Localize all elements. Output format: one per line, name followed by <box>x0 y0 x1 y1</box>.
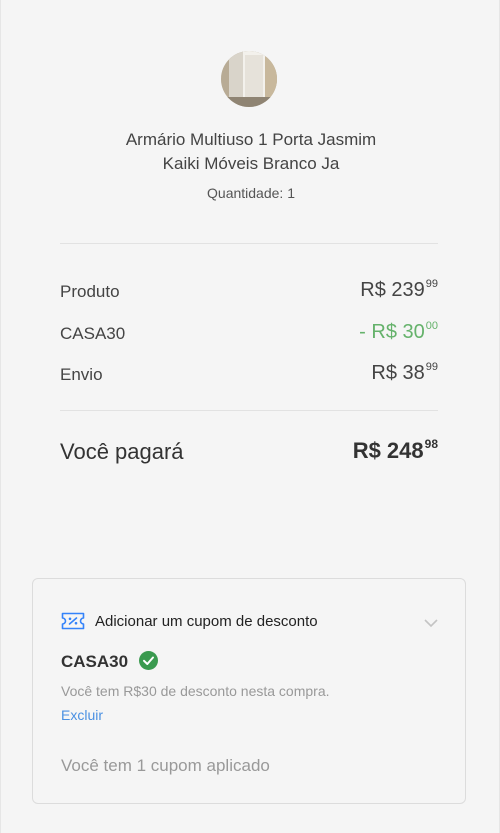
amount-main: R$ 248 <box>352 438 424 463</box>
summary-row-product: Produto R$ 23999 <box>60 278 438 306</box>
summary-total-row: Você pagará R$ 24898 <box>60 437 438 469</box>
product-quantity: Quantidade: 1 <box>207 185 295 201</box>
summary-row-shipping: Envio R$ 3899 <box>60 361 438 389</box>
product-title-line2: Kaiki Móveis Branco Ja <box>162 154 340 173</box>
amount-cents: 99 <box>425 278 438 290</box>
summary-row-coupon: CASA30 - R$ 3000 <box>60 320 438 348</box>
coupon-header-label: Adicionar um cupom de desconto <box>95 613 318 630</box>
remove-coupon-link[interactable]: Excluir <box>61 707 103 723</box>
summary-row-amount: R$ 3899 <box>371 361 438 385</box>
summary-row-amount: - R$ 3000 <box>359 320 438 344</box>
coupon-ticket-icon <box>61 612 85 630</box>
product-thumbnail <box>221 51 277 107</box>
product-title: Armário Multiuso 1 Porta Jasmim Kaiki Mó… <box>61 128 441 176</box>
amount-main: R$ 239 <box>360 279 425 301</box>
total-label: Você pagará <box>60 439 184 464</box>
total-amount: R$ 24898 <box>353 437 438 464</box>
check-circle-icon <box>138 650 158 670</box>
amount-cents: 99 <box>425 361 438 373</box>
amount-cents: 00 <box>425 320 438 332</box>
divider <box>60 410 438 411</box>
amount-main: - R$ 30 <box>359 321 425 343</box>
amount-cents: 98 <box>424 437 438 451</box>
order-summary-panel: Armário Multiuso 1 Porta Jasmim Kaiki Mó… <box>0 0 500 833</box>
coupon-code: CASA30 <box>61 652 129 671</box>
summary-row-label: Envio <box>60 365 103 384</box>
product-title-line1: Armário Multiuso 1 Porta Jasmim <box>125 130 377 149</box>
chevron-down-icon[interactable] <box>423 615 439 631</box>
summary-row-amount: R$ 23999 <box>360 278 438 302</box>
summary-row-label: Produto <box>60 282 120 301</box>
coupons-applied-count: Você tem 1 cupom aplicado <box>61 756 270 775</box>
amount-main: R$ 38 <box>371 362 425 384</box>
coupon-box: Adicionar um cupom de desconto CASA30 Vo… <box>32 578 466 804</box>
summary-row-label: CASA30 <box>60 324 126 343</box>
divider <box>60 243 438 244</box>
applied-coupon: CASA30 <box>61 650 158 674</box>
coupon-discount-note: Você tem R$30 de desconto nesta compra. <box>61 683 330 699</box>
coupon-toggle[interactable]: Adicionar um cupom de desconto <box>61 611 439 633</box>
